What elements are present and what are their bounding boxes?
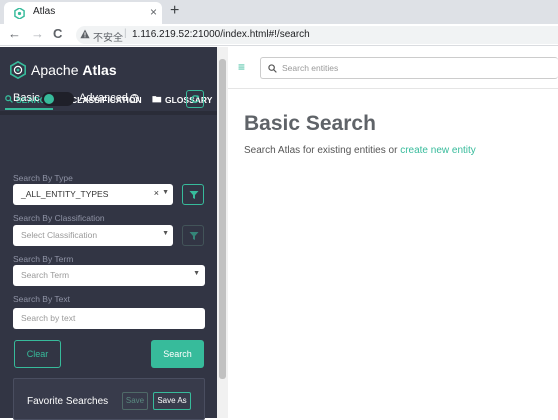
- search-by-term-select[interactable]: Search Term ▼: [13, 265, 205, 286]
- atlas-favicon-icon: [14, 8, 25, 19]
- refresh-icon: [191, 95, 200, 104]
- search-by-text-label: Search By Text: [13, 294, 71, 304]
- tab-title: Atlas: [33, 6, 56, 17]
- switch-knob: [44, 94, 54, 104]
- main-topbar: ≡ Search entities: [228, 47, 558, 89]
- forward-button[interactable]: →: [31, 26, 44, 42]
- warning-icon: [80, 29, 90, 39]
- sidebar-divider: [0, 111, 217, 115]
- type-filter-button[interactable]: [182, 184, 204, 205]
- global-search-input[interactable]: Search entities: [260, 57, 558, 79]
- save-as-button[interactable]: Save As: [153, 392, 191, 410]
- search-by-type-label: Search By Type: [13, 173, 73, 183]
- clear-button[interactable]: Clear: [14, 340, 61, 368]
- reload-button[interactable]: C: [53, 26, 62, 42]
- security-label: 不安全: [93, 33, 123, 44]
- url-text[interactable]: 1.116.219.52:21000/index.html#!/search: [132, 29, 310, 40]
- chevron-down-icon: ▼: [162, 189, 169, 196]
- atlas-logo-icon: [9, 61, 27, 79]
- clear-type-icon[interactable]: ×: [154, 188, 159, 198]
- classification-filter-button[interactable]: [182, 225, 204, 246]
- advanced-label: Advanced?: [79, 92, 139, 104]
- sidebar-scrollbar[interactable]: [217, 47, 228, 418]
- page-subtitle: Search Atlas for existing entities or cr…: [244, 145, 476, 156]
- new-tab-button[interactable]: +: [170, 1, 179, 21]
- browser-window: Atlas × + ← → C 不安全 | 1.116.219.52:21000…: [0, 0, 558, 420]
- search-icon: [5, 95, 13, 103]
- filter-icon: [189, 232, 199, 240]
- search-by-type-value: _ALL_ENTITY_TYPES: [21, 189, 109, 199]
- back-button[interactable]: ←: [8, 26, 21, 42]
- search-by-text-input[interactable]: Search by text: [13, 308, 205, 329]
- basic-advanced-toggle-row: Basic Advanced?: [13, 91, 213, 107]
- search-by-term-label: Search By Term: [13, 254, 74, 264]
- search-by-type-select[interactable]: _ALL_ENTITY_TYPES × ▼: [13, 184, 173, 205]
- logo-text: Apache Atlas: [31, 62, 117, 78]
- search-icon: [268, 64, 277, 73]
- advanced-label-text: Advanced: [79, 92, 128, 104]
- text-placeholder: Search by text: [21, 313, 76, 323]
- tab-strip: Atlas × +: [0, 0, 558, 24]
- url-separator: |: [124, 28, 127, 39]
- search-by-classification-select[interactable]: Select Classification ▼: [13, 225, 173, 246]
- address-bar[interactable]: 不安全 | 1.116.219.52:21000/index.html#!/se…: [76, 26, 558, 44]
- browser-tab[interactable]: Atlas ×: [4, 2, 162, 24]
- save-button[interactable]: Save: [122, 392, 148, 410]
- basic-label: Basic: [13, 92, 40, 104]
- logo-word-apache: Apache: [31, 62, 79, 78]
- chevron-down-icon: ▼: [162, 230, 169, 237]
- address-bar-row: ← → C 不安全 | 1.116.219.52:21000/index.htm…: [0, 24, 558, 46]
- basic-advanced-switch[interactable]: [42, 92, 74, 106]
- term-placeholder: Search Term: [21, 270, 70, 280]
- subtitle-text: Search Atlas for existing entities or: [244, 145, 401, 156]
- main-content: ≡ Search entities Basic Search Search At…: [228, 47, 558, 418]
- favorite-searches-title: Favorite Searches: [27, 396, 109, 407]
- scrollbar-thumb[interactable]: [219, 59, 226, 379]
- hamburger-menu-icon[interactable]: ≡: [238, 60, 245, 74]
- page-title: Basic Search: [244, 112, 376, 135]
- classification-placeholder: Select Classification: [21, 230, 98, 240]
- search-by-classification-label: Search By Classification: [13, 213, 105, 223]
- help-icon[interactable]: ?: [129, 94, 139, 103]
- tab-close-icon[interactable]: ×: [150, 5, 157, 19]
- filter-icon: [189, 191, 199, 199]
- logo-word-atlas: Atlas: [82, 62, 117, 78]
- global-search-placeholder: Search entities: [282, 63, 339, 73]
- search-button[interactable]: Search: [151, 340, 204, 368]
- refresh-button[interactable]: [186, 90, 204, 108]
- chevron-down-icon: ▼: [193, 270, 200, 277]
- create-entity-link[interactable]: create new entity: [400, 145, 476, 156]
- favorite-searches-panel: Favorite Searches Save Save As: [13, 378, 205, 420]
